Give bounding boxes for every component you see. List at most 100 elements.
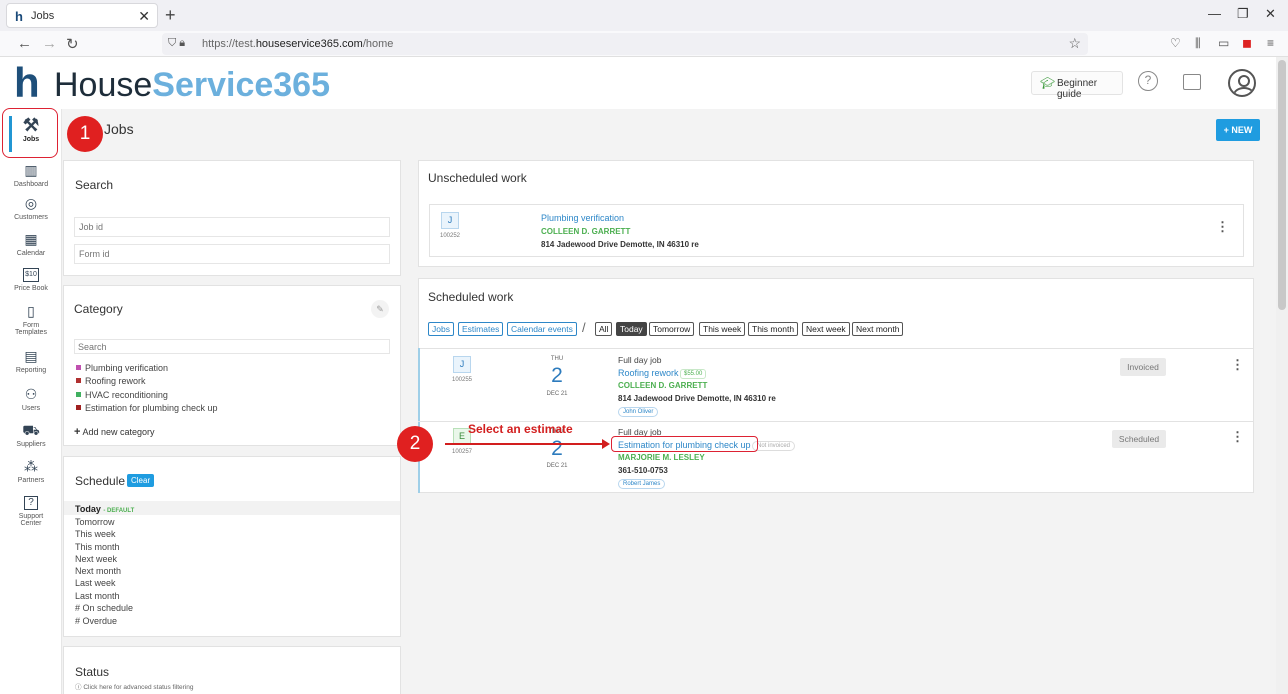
reload-icon[interactable]: ↻ <box>66 35 79 53</box>
more-options-icon[interactable]: ⋮ <box>1216 219 1229 235</box>
range-tomorrow[interactable]: Tomorrow <box>649 322 695 336</box>
sidebar-item-suppliers[interactable]: ⛟ Suppliers <box>0 422 62 449</box>
sidebar-item-label: Customers <box>14 214 48 221</box>
bookmark-star-icon[interactable]: ☆ <box>1068 35 1081 52</box>
color-swatch-icon <box>76 378 81 383</box>
category-item[interactable]: Roofing rework <box>76 376 146 386</box>
minimize-icon[interactable]: — <box>1208 6 1221 21</box>
category-item[interactable]: HVAC reconditioning <box>76 390 168 400</box>
close-window-icon[interactable]: ✕ <box>1265 6 1276 22</box>
user-avatar-icon[interactable] <box>1228 69 1256 97</box>
price-tag-icon: $10 <box>23 268 39 282</box>
clear-schedule-button[interactable]: Clear <box>127 474 155 487</box>
edit-pencil-icon[interactable]: ✎ <box>371 300 389 318</box>
restore-icon[interactable]: ❐ <box>1237 6 1249 22</box>
sidebar-item-partners[interactable]: ⁂ Partners <box>0 459 62 485</box>
step2-arrow-line <box>445 443 605 445</box>
sidebar-item-users[interactable]: ⚇ Users <box>0 386 62 413</box>
add-category-label: Add new category <box>82 427 155 437</box>
menu-icon[interactable]: ≡ <box>1267 36 1274 50</box>
schedule-item[interactable]: Tomorrow <box>75 517 115 527</box>
schedule-item[interactable]: Next month <box>75 566 121 576</box>
schedule-item[interactable]: Last week <box>75 578 116 588</box>
job-name-link[interactable]: Plumbing verification <box>541 213 624 223</box>
step1-badge: 1 <box>67 116 103 152</box>
schedule-item[interactable]: # Overdue <box>75 616 117 626</box>
category-label: Roofing rework <box>85 376 146 386</box>
new-tab-button[interactable]: + <box>165 5 176 26</box>
report-icon: ▤ <box>24 348 38 364</box>
category-item[interactable]: Plumbing verification <box>76 363 168 373</box>
assignee-tag[interactable]: John Oliver <box>618 407 659 417</box>
assignee-tag[interactable]: Robert James <box>618 479 666 489</box>
truck-icon: ⛟ <box>22 422 40 438</box>
job-id-input[interactable] <box>74 217 390 237</box>
users-icon: ⚇ <box>24 386 38 402</box>
schedule-panel-title: Schedule <box>75 474 126 488</box>
support-icon: ? <box>24 496 38 510</box>
pocket-icon[interactable]: ♡ <box>1170 36 1181 50</box>
range-next-week[interactable]: Next week <box>802 322 850 336</box>
sidebar-item-label: Form <box>22 322 40 329</box>
schedule-item[interactable]: This month <box>75 542 120 552</box>
step2-instruction: Select an estimate <box>468 422 573 436</box>
range-today[interactable]: Today <box>616 322 647 336</box>
forward-icon[interactable]: → <box>42 35 57 52</box>
filter-estimates[interactable]: Estimates <box>458 322 504 336</box>
default-tag: - DEFAULT <box>103 508 135 514</box>
filter-jobs[interactable]: Jobs <box>428 322 454 336</box>
sidebar-item-reporting[interactable]: ▤ Reporting <box>0 348 62 375</box>
extension-icon[interactable]: ◼ <box>1242 36 1252 50</box>
sidebar-toggle-icon[interactable]: ▭ <box>1218 36 1229 50</box>
filter-separator: / <box>582 320 586 335</box>
customer-name[interactable]: MARJORIE M. LESLEY <box>618 453 705 462</box>
filter-calendar-events[interactable]: Calendar events <box>507 322 577 336</box>
sidebar-item-support-center[interactable]: ? Support Center <box>0 496 62 527</box>
sidebar-item-form-templates[interactable]: ▯ Form Templates <box>0 304 62 337</box>
step2-highlight-box <box>611 436 758 452</box>
schedule-item[interactable]: # On schedule <box>75 603 133 613</box>
tab-title: Jobs <box>31 10 55 22</box>
category-item[interactable]: Estimation for plumbing check up <box>76 403 218 413</box>
beginner-guide-button[interactable]: 🎓︎ Beginner guide <box>1031 71 1123 100</box>
library-icon[interactable]: ⫼ <box>1195 36 1201 51</box>
job-name-link[interactable]: Roofing rework <box>618 368 679 378</box>
sidebar-item-label: Partners <box>17 477 45 484</box>
sidebar-item-customers[interactable]: ◎ Customers <box>0 196 62 222</box>
folder-icon[interactable] <box>1183 74 1201 90</box>
unscheduled-title: Unscheduled work <box>428 171 527 185</box>
range-all[interactable]: All <box>595 322 613 336</box>
close-tab-icon[interactable]: ✕ <box>138 8 150 25</box>
url-bar[interactable]: ⛉ 🔒︎ https://test.houseservice365.com/ho… <box>162 33 1088 55</box>
sidebar-item-dashboard[interactable]: ▥ Dashboard <box>0 163 62 189</box>
job-weekday: THU <box>550 356 564 362</box>
scheduled-title: Scheduled work <box>428 290 514 304</box>
job-date: 2 <box>551 437 563 460</box>
add-category-button[interactable]: + Add new category <box>74 426 155 438</box>
form-id-input[interactable] <box>74 244 390 264</box>
status-filter-hint[interactable]: ⓘ Click here for advanced status filteri… <box>75 681 194 691</box>
schedule-item[interactable]: Last month <box>75 591 120 601</box>
back-icon[interactable]: ← <box>17 35 32 52</box>
sidebar-item-price-book[interactable]: $10 Price Book <box>0 268 62 292</box>
category-search-input[interactable] <box>74 339 390 354</box>
beginner-guide-label: Beginner guide <box>1057 78 1098 100</box>
customer-name[interactable]: COLLEEN D. GARRETT <box>541 227 630 236</box>
schedule-item[interactable]: Next week <box>75 554 117 564</box>
browser-tab[interactable]: h Jobs ✕ <box>6 3 158 28</box>
schedule-item-today[interactable]: Today - DEFAULT <box>75 504 134 514</box>
schedule-item[interactable]: This week <box>75 529 116 539</box>
scrollbar-thumb[interactable] <box>1278 60 1286 310</box>
new-button[interactable]: + NEW <box>1216 119 1260 141</box>
more-options-icon[interactable]: ⋮ <box>1231 357 1244 373</box>
range-this-month[interactable]: This month <box>748 322 799 336</box>
job-id: 100257 <box>452 449 473 455</box>
job-type-icon: J <box>441 212 459 229</box>
range-next-month[interactable]: Next month <box>852 322 904 336</box>
range-this-week[interactable]: This week <box>699 322 746 336</box>
sidebar-item-calendar[interactable]: ▦ Calendar <box>0 232 62 258</box>
more-options-icon[interactable]: ⋮ <box>1231 429 1244 445</box>
help-icon[interactable]: ? <box>1138 71 1158 91</box>
job-address: 814 Jadewood Drive Demotte, IN 46310 re <box>541 240 699 249</box>
customer-name[interactable]: COLLEEN D. GARRETT <box>618 381 707 390</box>
